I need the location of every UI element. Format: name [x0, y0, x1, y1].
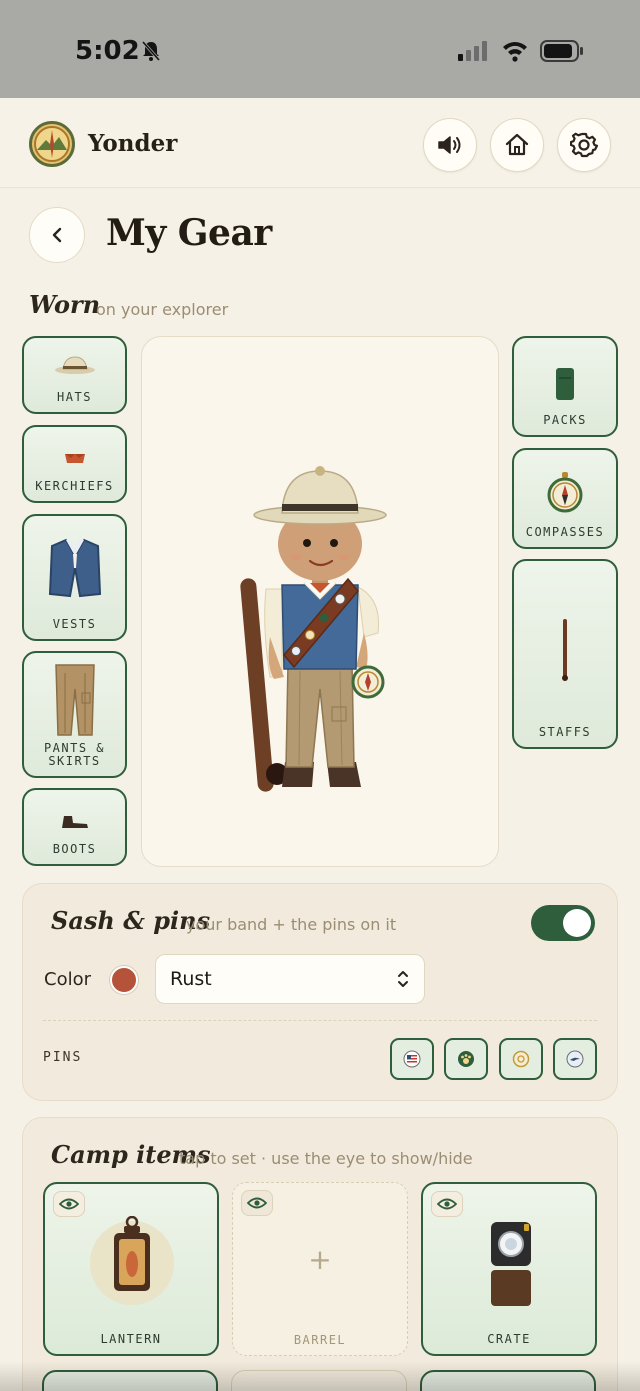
compass-icon [514, 472, 616, 514]
camp-subtitle: tap to set · use the eye to show/hide [179, 1149, 473, 1168]
slot-label: STAFFS [538, 725, 592, 739]
slot-label: COMPASSES [525, 525, 605, 539]
settings-button[interactable] [557, 118, 611, 172]
eye-icon [247, 1197, 267, 1209]
slot-label: HATS [57, 390, 92, 404]
slot-packs[interactable]: PACKS [512, 336, 618, 437]
visibility-toggle[interactable] [431, 1191, 463, 1217]
status-bar: 5:02 [0, 0, 640, 98]
chevron-up-down-icon [398, 971, 408, 987]
slot-hats[interactable]: HATS [22, 336, 127, 414]
eye-icon [437, 1198, 457, 1210]
color-label: Color [44, 969, 91, 990]
pin-bird[interactable] [553, 1038, 597, 1080]
add-item-icon: + [308, 1243, 332, 1276]
visibility-toggle[interactable] [241, 1190, 273, 1216]
app-logo [29, 121, 75, 167]
slot-compasses[interactable]: COMPASSES [512, 448, 618, 549]
speaker-icon [438, 136, 461, 154]
lantern-icon [90, 1216, 174, 1305]
visibility-toggle[interactable] [53, 1191, 85, 1217]
camp-item-barrel[interactable]: + BARREL [232, 1182, 408, 1356]
slot-vests[interactable]: VESTS [22, 514, 127, 641]
home-button[interactable] [490, 118, 544, 172]
pins-label: PINS [43, 1050, 83, 1065]
toggle-knob [563, 909, 591, 937]
boot-icon [24, 814, 125, 830]
slot-staffs[interactable]: STAFFS [512, 559, 618, 749]
vest-icon [24, 538, 125, 600]
item-label: LANTERN [100, 1332, 162, 1346]
pants-icon [24, 663, 125, 737]
camp-items-card: Camp items tap to set · use the eye to s… [22, 1117, 618, 1391]
sound-button[interactable] [423, 118, 477, 172]
explorer-avatar [240, 466, 387, 792]
cellular-signal-icon [458, 41, 487, 61]
camp-item-lantern[interactable]: LANTERN [43, 1182, 219, 1356]
chevron-left-icon [52, 227, 62, 243]
pin-sun[interactable] [499, 1038, 543, 1080]
battery-icon [540, 40, 583, 62]
crate-icon [491, 1222, 531, 1306]
bird-pin-icon [566, 1050, 584, 1068]
slot-label: BOOTS [52, 842, 97, 856]
kerchief-icon [24, 451, 125, 467]
worn-subtitle: on your explorer [96, 300, 229, 319]
color-swatch [110, 966, 138, 994]
silent-bell-icon [141, 41, 161, 61]
back-button[interactable] [29, 207, 85, 263]
slot-kerchiefs[interactable]: KERCHIEFS [22, 425, 127, 503]
sash-color-select[interactable]: Rust [155, 954, 425, 1004]
page-title: My Gear [106, 212, 272, 254]
hat-icon [24, 354, 125, 376]
sun-pin-icon [512, 1050, 530, 1068]
slot-label: PACKS [543, 413, 587, 427]
slot-boots[interactable]: BOOTS [22, 788, 127, 866]
item-label: CRATE [487, 1332, 531, 1346]
select-value: Rust [170, 968, 212, 990]
gear-icon [570, 132, 598, 158]
eye-icon [59, 1198, 79, 1210]
pack-icon [514, 366, 616, 402]
status-time: 5:02 [75, 36, 140, 66]
staff-icon [514, 619, 616, 681]
flag-pin-icon [403, 1050, 421, 1068]
pin-paw[interactable] [444, 1038, 488, 1080]
home-icon [505, 133, 529, 156]
app-name: Yonder [88, 130, 178, 157]
scroll-fade [0, 1361, 640, 1391]
divider [43, 1020, 597, 1021]
wifi-icon [503, 42, 527, 62]
item-label: BARREL [293, 1333, 347, 1347]
worn-heading: Worn [29, 290, 101, 319]
pin-flag[interactable] [390, 1038, 434, 1080]
sash-toggle[interactable] [531, 905, 595, 941]
slot-label: PANTS & SKIRTS [43, 741, 106, 768]
slot-label: VESTS [52, 617, 97, 631]
slot-label: KERCHIEFS [35, 479, 114, 493]
camp-item-crate[interactable]: CRATE [421, 1182, 597, 1356]
slot-pants-skirts[interactable]: PANTS & SKIRTS [22, 651, 127, 778]
explorer-preview [141, 336, 499, 867]
sash-subtitle: your band + the pins on it [186, 915, 397, 934]
paw-pin-icon [458, 1051, 474, 1067]
sash-pins-card: Sash & pins your band + the pins on it C… [22, 883, 618, 1101]
